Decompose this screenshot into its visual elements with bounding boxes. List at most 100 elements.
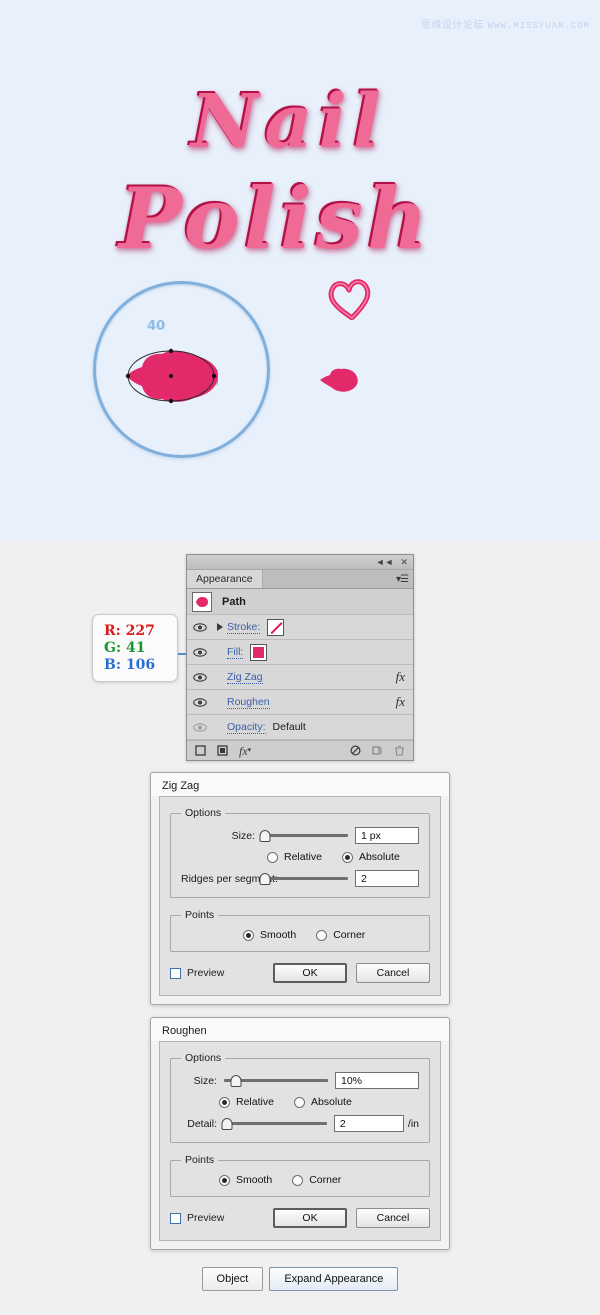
close-icon[interactable]: ✕ bbox=[400, 557, 408, 567]
zigzag-absolute-radio[interactable] bbox=[341, 851, 353, 863]
eye-icon bbox=[193, 622, 207, 632]
visibility-toggle-opacity[interactable] bbox=[187, 722, 213, 732]
zigzag-corner-radio[interactable] bbox=[316, 929, 328, 941]
bottom-button-bar: Object Expand Appearance bbox=[0, 1267, 600, 1291]
roughen-effect-label[interactable]: Roughen bbox=[227, 696, 270, 709]
zigzag-size-slider[interactable] bbox=[259, 829, 348, 842]
roughen-dialog-title: Roughen bbox=[151, 1018, 449, 1041]
zigzag-size-mode-row: Relative Absolute bbox=[181, 851, 419, 863]
zigzag-ridges-slider[interactable] bbox=[259, 872, 348, 885]
appearance-row-fill[interactable]: Fill: bbox=[187, 640, 413, 665]
zigzag-dialog-body: Options Size: 1 px Relative Absolute Rid… bbox=[159, 796, 441, 996]
zigzag-options-group: Options Size: 1 px Relative Absolute Rid… bbox=[170, 807, 430, 898]
zigzag-relative-radio[interactable] bbox=[267, 851, 278, 863]
roughen-ok-button[interactable]: OK bbox=[273, 1208, 347, 1228]
visibility-toggle-stroke[interactable] bbox=[187, 622, 213, 632]
slider-knob[interactable] bbox=[221, 1117, 233, 1130]
roughen-dialog-footer: Preview OK Cancel bbox=[170, 1208, 430, 1228]
duplicate-item-icon[interactable] bbox=[372, 745, 383, 756]
zigzag-cancel-button[interactable]: Cancel bbox=[356, 963, 430, 983]
slider-knob[interactable] bbox=[259, 829, 271, 842]
roughen-points-group: Points Smooth Corner bbox=[170, 1154, 430, 1197]
eye-icon bbox=[193, 672, 207, 682]
clear-appearance-icon[interactable] bbox=[350, 745, 361, 756]
panel-menu-icon[interactable]: ▾☰ bbox=[396, 574, 409, 585]
add-new-stroke-icon[interactable] bbox=[195, 745, 206, 756]
watermark-url: WWW.MISSYUAN.COM bbox=[487, 21, 590, 31]
roughen-detail-field[interactable]: 2 bbox=[333, 1115, 404, 1132]
opacity-label[interactable]: Opacity: bbox=[227, 721, 266, 734]
appearance-row-zigzag[interactable]: Zig Zag fx bbox=[187, 665, 413, 690]
add-new-effect-icon[interactable]: fx ▾ bbox=[239, 745, 251, 757]
visibility-toggle-roughen[interactable] bbox=[187, 697, 213, 707]
fx-icon[interactable]: fx bbox=[396, 694, 405, 710]
roughen-size-label: Size: bbox=[193, 1074, 217, 1087]
eye-icon bbox=[193, 647, 207, 657]
artboard-canvas: 思缘设计论坛 WWW.MISSYUAN.COM Nail Polish 40 2… bbox=[0, 0, 600, 540]
appearance-row-stroke[interactable]: Stroke: bbox=[187, 615, 413, 640]
zigzag-ok-button[interactable]: OK bbox=[273, 963, 347, 983]
panel-tab-strip: Appearance ▾☰ bbox=[187, 570, 413, 589]
roughen-preview-checkbox[interactable] bbox=[170, 1212, 181, 1224]
slider-knob[interactable] bbox=[230, 1074, 242, 1087]
chevron-right-icon bbox=[217, 623, 223, 631]
roughen-size-slider[interactable] bbox=[224, 1074, 328, 1087]
roughen-detail-slider[interactable] bbox=[221, 1117, 327, 1130]
watermark-chinese: 思缘设计论坛 bbox=[420, 20, 484, 31]
fx-icon[interactable]: fx bbox=[396, 669, 405, 685]
roughen-corner-label: Corner bbox=[309, 1174, 342, 1186]
roughen-corner-radio[interactable] bbox=[292, 1174, 304, 1186]
zigzag-ridges-label: Ridges per segment: bbox=[181, 872, 278, 885]
tab-appearance[interactable]: Appearance bbox=[187, 570, 263, 588]
watermark: 思缘设计论坛 WWW.MISSYUAN.COM bbox=[421, 16, 590, 31]
heart-icon bbox=[325, 276, 375, 323]
zigzag-smooth-radio[interactable] bbox=[243, 929, 254, 941]
rgb-green-value: G: 41 bbox=[104, 640, 146, 656]
roughen-options-legend: Options bbox=[185, 1052, 222, 1064]
eye-icon bbox=[193, 722, 207, 732]
roughen-options-group: Options Size: 10% Relative Absolute Deta… bbox=[170, 1052, 430, 1143]
zigzag-ridges-field[interactable]: 2 bbox=[355, 870, 419, 887]
appearance-row-opacity[interactable]: Opacity: Default bbox=[187, 715, 413, 740]
slider-track bbox=[224, 1122, 327, 1125]
expand-stroke-arrow[interactable] bbox=[213, 623, 227, 631]
roughen-cancel-button[interactable]: Cancel bbox=[356, 1208, 430, 1228]
visibility-toggle-fill[interactable] bbox=[187, 647, 213, 657]
roughen-points-row: Smooth Corner bbox=[181, 1174, 419, 1186]
visibility-toggle-zigzag[interactable] bbox=[187, 672, 213, 682]
zigzag-absolute-label: Absolute bbox=[358, 851, 400, 863]
roughen-smooth-radio[interactable] bbox=[219, 1174, 230, 1186]
roughen-size-row: Size: 10% bbox=[181, 1072, 419, 1089]
delete-item-icon[interactable] bbox=[394, 745, 405, 756]
zigzag-effect-label[interactable]: Zig Zag bbox=[227, 671, 263, 684]
roughen-relative-radio[interactable] bbox=[219, 1096, 230, 1108]
zigzag-size-field[interactable]: 1 px bbox=[355, 827, 419, 844]
roughen-relative-label: Relative bbox=[236, 1096, 274, 1108]
roughen-button-group: OK Cancel bbox=[273, 1208, 430, 1228]
path-name-label: Path bbox=[222, 595, 246, 608]
stroke-label[interactable]: Stroke: bbox=[227, 621, 261, 634]
zigzag-dialog-title: Zig Zag bbox=[151, 773, 449, 796]
expand-appearance-button[interactable]: Expand Appearance bbox=[269, 1267, 399, 1291]
fill-swatch[interactable] bbox=[250, 643, 268, 661]
fill-label[interactable]: Fill: bbox=[227, 646, 244, 659]
tab-appearance-label: Appearance bbox=[196, 573, 253, 585]
slider-knob[interactable] bbox=[259, 872, 271, 885]
stroke-swatch[interactable] bbox=[267, 618, 285, 636]
roughen-size-field[interactable]: 10% bbox=[335, 1072, 419, 1089]
zigzag-preview-checkbox[interactable] bbox=[170, 967, 181, 979]
roughen-absolute-radio[interactable] bbox=[293, 1096, 305, 1108]
object-button[interactable]: Object bbox=[201, 1267, 264, 1291]
roughen-smooth-label: Smooth bbox=[236, 1174, 273, 1186]
add-new-fill-icon[interactable] bbox=[217, 745, 228, 756]
collapse-icon[interactable]: ◄◄ bbox=[376, 557, 394, 567]
artwork-word-polish: Polish bbox=[118, 168, 432, 267]
slider-track bbox=[262, 877, 348, 880]
appearance-path-row[interactable]: Path bbox=[187, 589, 413, 615]
zigzag-smooth-label: Smooth bbox=[260, 929, 297, 941]
panel-tab-filler: ▾☰ bbox=[263, 570, 413, 588]
blob-shape-small bbox=[318, 367, 360, 393]
appearance-row-roughen[interactable]: Roughen fx bbox=[187, 690, 413, 715]
zigzag-relative-label: Relative bbox=[284, 851, 322, 863]
zigzag-options-legend: Options bbox=[185, 807, 222, 819]
